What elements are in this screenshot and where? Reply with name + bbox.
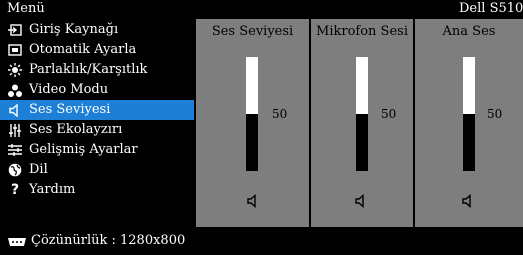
menu-item-label: Ses Ekolayzırı: [29, 122, 123, 137]
microphone-slider[interactable]: [356, 57, 368, 171]
speaker-icon: [247, 194, 256, 208]
slider-value: 50: [381, 107, 397, 121]
slider-value: 50: [487, 107, 503, 121]
menu-item-equalizer[interactable]: Ses Ekolayzırı: [0, 120, 194, 140]
title-bar: Menü Dell S510: [0, 0, 523, 19]
microphone-panel: Mikrofon Sesi 50: [311, 19, 413, 227]
main-menu: Giriş Kaynağı Otomatik Ayarla Parlaklık/…: [0, 20, 194, 200]
model-name: Dell S510: [459, 1, 523, 16]
menu-item-label: Giriş Kaynağı: [29, 22, 119, 37]
panel-title: Ses Seviyesi: [211, 24, 294, 39]
master-volume-slider[interactable]: [463, 57, 475, 171]
menu-item-label: Otomatik Ayarla: [29, 42, 137, 57]
master-volume-panel: Ana Ses 50: [415, 19, 523, 227]
volume-slider[interactable]: [246, 57, 258, 171]
advanced-settings-icon: [6, 140, 24, 160]
input-source-icon: [6, 20, 24, 40]
speaker-icon: [462, 194, 471, 208]
slider-value: 50: [272, 107, 288, 121]
slider-fill: [246, 57, 258, 114]
auto-adjust-icon: [6, 40, 24, 60]
menu-item-auto-adjust[interactable]: Otomatik Ayarla: [0, 40, 194, 60]
menu-item-advanced-settings[interactable]: Gelişmiş Ayarlar: [0, 140, 194, 160]
speaker-icon: [6, 100, 24, 120]
status-footer: Çözünürlük : 1280x800: [0, 229, 523, 255]
language-icon: [6, 160, 24, 180]
menu-item-label: Parlaklık/Karşıtlık: [29, 62, 148, 77]
menu-item-brightness-contrast[interactable]: Parlaklık/Karşıtlık: [0, 60, 194, 80]
help-icon: ?: [10, 182, 20, 198]
menu-item-video-mode[interactable]: Video Modu: [0, 80, 194, 100]
speaker-icon: [355, 194, 364, 208]
video-mode-icon: [6, 80, 24, 100]
menu-item-label: Ses Seviyesi: [29, 102, 111, 117]
brightness-icon: [6, 60, 24, 80]
menu-item-help[interactable]: ? Yardım: [0, 180, 194, 200]
menu-item-volume[interactable]: Ses Seviyesi: [0, 100, 194, 120]
connector-icon: [8, 238, 26, 246]
menu-item-label: Gelişmiş Ayarlar: [29, 142, 138, 157]
panel-title: Ana Ses: [442, 24, 496, 39]
menu-title: Menü: [7, 1, 45, 16]
menu-item-label: Dil: [29, 162, 48, 177]
osd-menu: Menü Dell S510 Giriş Kaynağı Otomatik Ay…: [0, 0, 523, 255]
menu-item-label: Video Modu: [29, 82, 109, 97]
menu-item-input-source[interactable]: Giriş Kaynağı: [0, 20, 194, 40]
equalizer-icon: [6, 120, 24, 140]
menu-item-language[interactable]: Dil: [0, 160, 194, 180]
panel-title: Mikrofon Sesi: [316, 24, 408, 39]
volume-panel: Ses Seviyesi 50: [196, 19, 309, 227]
resolution-text: Çözünürlük : 1280x800: [31, 233, 186, 248]
slider-fill: [463, 57, 475, 114]
menu-item-label: Yardım: [29, 182, 76, 197]
slider-fill: [356, 57, 368, 114]
